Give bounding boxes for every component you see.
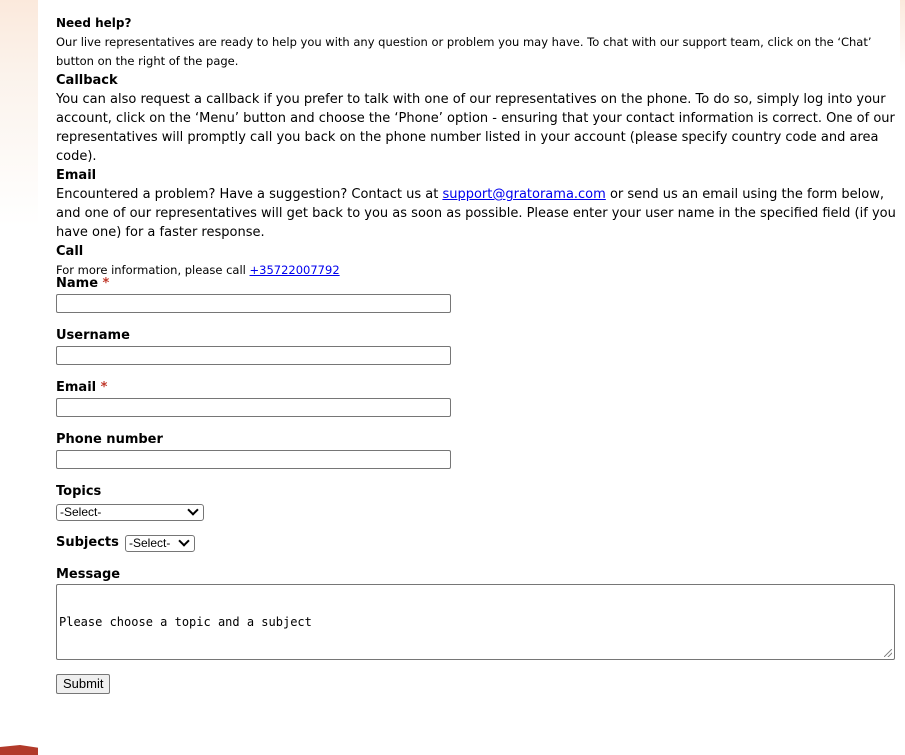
required-marker: * bbox=[102, 276, 110, 291]
topics-select[interactable]: -Select- bbox=[56, 503, 204, 521]
message-textarea[interactable]: Please choose a topic and a subject bbox=[56, 584, 895, 660]
topics-selected-value: -Select- bbox=[60, 505, 102, 519]
email-label: Email * bbox=[56, 380, 108, 395]
chevron-down-icon bbox=[187, 504, 199, 516]
name-label: Name * bbox=[56, 276, 110, 291]
submit-button[interactable]: Submit bbox=[56, 673, 111, 694]
callback-text: You can also request a callback if you p… bbox=[56, 92, 895, 164]
email-input[interactable] bbox=[56, 398, 451, 417]
email-heading: Email bbox=[56, 168, 97, 183]
phone-field-group: Phone number bbox=[56, 431, 451, 469]
subjects-selected-value: -Select- bbox=[129, 536, 171, 550]
submit-row: Submit bbox=[56, 673, 111, 694]
subjects-select[interactable]: -Select- bbox=[125, 534, 195, 552]
support-email-link[interactable]: support@gratorama.com bbox=[442, 187, 605, 202]
email-text-before: Encountered a problem? Have a suggestion… bbox=[56, 187, 443, 202]
callback-heading: Callback bbox=[56, 73, 118, 88]
need-help-heading: Need help? bbox=[56, 16, 132, 30]
username-input[interactable] bbox=[56, 346, 451, 365]
message-text: Please choose a topic and a subject bbox=[59, 615, 312, 629]
phone-number-input[interactable] bbox=[56, 450, 451, 469]
call-heading: Call bbox=[56, 244, 84, 259]
resize-handle-icon[interactable] bbox=[884, 649, 892, 657]
username-label: Username bbox=[56, 328, 130, 343]
message-field-group: Message Please choose a topic and a subj… bbox=[56, 566, 895, 660]
email-text: Encountered a problem? Have a suggestion… bbox=[56, 185, 898, 242]
email-field-group: Email * bbox=[56, 379, 451, 417]
need-help-text: Our live representatives are ready to he… bbox=[56, 35, 872, 68]
subjects-field-group: Subjects -Select- bbox=[56, 534, 195, 552]
name-input[interactable] bbox=[56, 294, 451, 313]
username-field-group: Username bbox=[56, 327, 451, 365]
page-background-left bbox=[0, 0, 40, 755]
help-info-section: Need help? Our live representatives are … bbox=[56, 14, 898, 280]
phone-number-label: Phone number bbox=[56, 432, 163, 447]
topics-label: Topics bbox=[56, 484, 102, 499]
required-marker: * bbox=[100, 380, 108, 395]
subjects-label: Subjects bbox=[56, 535, 119, 550]
name-field-group: Name * bbox=[56, 275, 451, 313]
chevron-down-icon bbox=[178, 535, 190, 547]
message-label: Message bbox=[56, 567, 121, 582]
topics-field-group: Topics -Select- bbox=[56, 483, 204, 521]
